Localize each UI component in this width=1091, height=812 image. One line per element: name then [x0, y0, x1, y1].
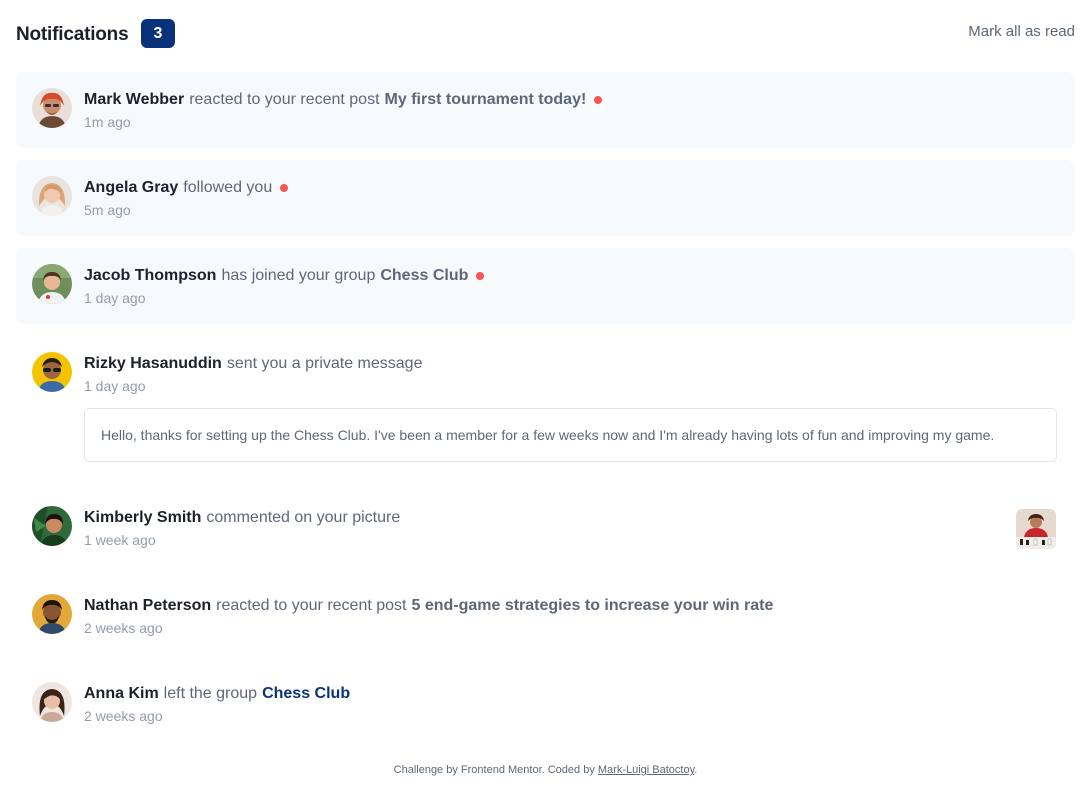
page-title: Notifications [16, 24, 129, 45]
notification-post-link[interactable]: My first tournament today! [385, 91, 587, 109]
notification-action: has joined your group [221, 267, 376, 284]
notification-action: followed you [183, 179, 273, 196]
notification-group-link[interactable]: Chess Club [262, 685, 350, 703]
notification-item[interactable]: Jacob Thompson has joined your group Che… [16, 248, 1075, 324]
mark-all-as-read-button[interactable]: Mark all as read [968, 23, 1075, 40]
private-message-preview[interactable]: Hello, thanks for setting up the Chess C… [84, 408, 1057, 462]
avatar-mark-webber[interactable] [32, 88, 72, 128]
author-link[interactable]: Mark-Luigi Batoctoy [598, 764, 694, 776]
notification-user-name[interactable]: Nathan Peterson [84, 597, 211, 615]
unread-dot [594, 96, 603, 104]
notification-time: 1 week ago [84, 532, 156, 548]
notification-user-name[interactable]: Angela Gray [84, 179, 178, 197]
notification-time: 1 day ago [84, 290, 146, 306]
header: Notifications 3 Mark all as read [16, 19, 1075, 49]
avatar-jacob-thompson[interactable] [32, 264, 72, 304]
chess-picture-thumbnail[interactable] [1016, 509, 1056, 549]
notification-item[interactable]: Kimberly Smith commented on your picture… [16, 490, 1075, 566]
notification-action: left the group [163, 685, 258, 702]
notification-time: 1m ago [84, 114, 131, 130]
notification-action: sent you a private message [226, 355, 423, 372]
unread-dot [280, 184, 289, 192]
notification-post-link[interactable]: 5 end-game strategies to increase your w… [411, 597, 773, 615]
attribution-suffix: . [694, 764, 698, 776]
notification-user-name[interactable]: Rizky Hasanuddin [84, 355, 222, 373]
avatar-rizky-hasanuddin[interactable] [32, 352, 72, 392]
unread-count-badge: 3 [141, 19, 175, 48]
notification-action: reacted to your recent post [189, 91, 380, 108]
notification-user-name[interactable]: Kimberly Smith [84, 509, 201, 527]
notification-item[interactable]: Angela Gray followed you 5m ago [16, 160, 1075, 236]
notification-time: 2 weeks ago [84, 620, 163, 636]
notification-user-name[interactable]: Anna Kim [84, 685, 159, 703]
notification-user-name[interactable]: Mark Webber [84, 91, 184, 109]
unread-dot [476, 272, 485, 280]
avatar-nathan-peterson[interactable] [32, 594, 72, 634]
notification-action: commented on your picture [206, 509, 401, 526]
notification-group-link[interactable]: Chess Club [380, 267, 468, 285]
notification-item[interactable]: Anna Kim left the group Chess Club 2 wee… [16, 666, 1075, 742]
avatar-kimberly-smith[interactable] [32, 506, 72, 546]
notification-time: 2 weeks ago [84, 708, 163, 724]
avatar-angela-gray[interactable] [32, 176, 72, 216]
notification-item[interactable]: Mark Webber reacted to your recent post … [16, 72, 1075, 148]
attribution-text: Challenge by Frontend Mentor. Coded by [393, 764, 595, 776]
notification-action: reacted to your recent post [216, 597, 407, 614]
notification-time: 5m ago [84, 202, 131, 218]
notification-time: 1 day ago [84, 378, 146, 394]
attribution-footer: Challenge by Frontend Mentor. Coded by M… [0, 764, 1091, 776]
notification-user-name[interactable]: Jacob Thompson [84, 267, 216, 285]
avatar-anna-kim[interactable] [32, 682, 72, 722]
notification-item[interactable]: Nathan Peterson reacted to your recent p… [16, 578, 1075, 654]
